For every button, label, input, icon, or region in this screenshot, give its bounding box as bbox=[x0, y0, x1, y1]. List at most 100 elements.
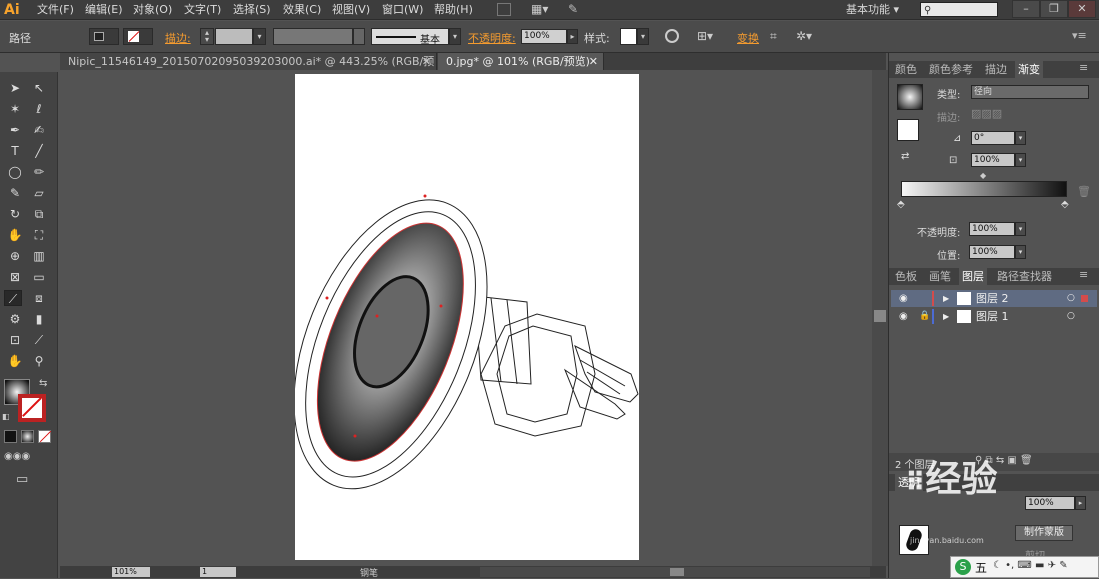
phone-holder-artwork[interactable] bbox=[295, 74, 639, 560]
menu-view[interactable]: 视图(V) bbox=[332, 0, 370, 20]
artboard-tool-icon[interactable]: ⊡ bbox=[6, 332, 24, 348]
stroke-color-swatch[interactable] bbox=[18, 394, 46, 422]
mesh-tool-icon[interactable]: ⊠ bbox=[6, 269, 24, 285]
pencil-tool-icon[interactable]: ✎ bbox=[6, 185, 24, 201]
aspect-ratio-input[interactable]: 100% bbox=[971, 153, 1015, 167]
stroke-weight-dropdown[interactable]: ▾ bbox=[253, 28, 266, 45]
type-tool-icon[interactable]: T bbox=[6, 143, 24, 159]
target-icon[interactable]: ○ bbox=[1067, 308, 1075, 325]
stroke-weight-input[interactable] bbox=[215, 28, 253, 45]
fill-swatch[interactable] bbox=[89, 28, 119, 45]
expand-arrow-icon[interactable]: ▶ bbox=[943, 290, 949, 307]
location-dropdown[interactable]: ▾ bbox=[1015, 245, 1026, 259]
panel-menu-icon[interactable]: ≡ bbox=[1079, 61, 1088, 74]
none-mode-button[interactable] bbox=[38, 430, 52, 443]
free-transform-tool-icon[interactable]: ⛶ bbox=[30, 227, 48, 243]
aspect-ratio-dropdown[interactable]: ▾ bbox=[1015, 153, 1026, 167]
tab-layers[interactable]: 图层 bbox=[959, 268, 987, 285]
scale-tool-icon[interactable]: ⧉ bbox=[30, 206, 48, 222]
slice-tool-icon[interactable]: ⟋ bbox=[30, 332, 48, 348]
ime-mode-label[interactable]: 五 bbox=[975, 559, 987, 576]
target-icon[interactable]: ○ bbox=[1067, 290, 1075, 307]
rotate-tool-icon[interactable]: ↻ bbox=[6, 206, 24, 222]
gradient-preview-swatch[interactable] bbox=[897, 84, 923, 110]
page-field[interactable]: 1 bbox=[200, 567, 236, 577]
tab-nipic-ai[interactable]: Nipic_11546149_20150702095039203000.ai* … bbox=[60, 53, 437, 85]
swap-colors-icon[interactable]: ⇆ bbox=[39, 378, 47, 389]
stop-opacity-dropdown[interactable]: ▾ bbox=[1015, 222, 1026, 236]
color-mode-button[interactable] bbox=[4, 430, 17, 443]
align-icon[interactable]: ⊞▾ bbox=[697, 29, 713, 43]
angle-input[interactable]: 0° bbox=[971, 131, 1015, 145]
eye-icon[interactable]: ◉ bbox=[899, 290, 908, 307]
screen-mode-icon[interactable]: ▭ bbox=[16, 472, 28, 487]
tab-0-jpg[interactable]: 0.jpg* @ 101% (RGB/预览) ✕ bbox=[438, 53, 604, 70]
warp-tool-icon[interactable]: ✋ bbox=[6, 227, 24, 243]
scroll-thumb[interactable] bbox=[874, 310, 886, 322]
ime-tools-icons[interactable]: ☾ •, ⌨ ▬ ✈ ✎ bbox=[993, 560, 1068, 571]
sync-icon[interactable]: ✎ bbox=[568, 2, 586, 17]
menu-edit[interactable]: 编辑(E) bbox=[85, 0, 123, 20]
stop-opacity-input[interactable]: 100% bbox=[969, 222, 1015, 236]
minimize-button[interactable]: – bbox=[1012, 0, 1040, 18]
search-input[interactable]: ⚲ bbox=[920, 2, 998, 17]
lock-icon[interactable]: 🔒 bbox=[919, 308, 930, 325]
close-button[interactable]: ✕ bbox=[1068, 0, 1096, 18]
brush-dropdown-arrow[interactable]: ▾ bbox=[449, 28, 461, 45]
tab-brushes[interactable]: 画笔 bbox=[929, 268, 951, 285]
opacity-input[interactable]: 100% bbox=[521, 29, 567, 44]
magic-wand-tool-icon[interactable]: ✶ bbox=[6, 101, 24, 117]
transform-link[interactable]: 变换 bbox=[737, 30, 759, 46]
default-colors-icon[interactable]: ◧ bbox=[2, 412, 10, 421]
eyedropper-tool-icon[interactable]: ⟋ bbox=[4, 290, 22, 306]
perspective-grid-tool-icon[interactable]: ▥ bbox=[30, 248, 48, 264]
tab-color-guide[interactable]: 颜色参考 bbox=[929, 61, 973, 78]
gradient-tool-icon[interactable]: ▭ bbox=[30, 269, 48, 285]
ellipse-tool-icon[interactable]: ◯ bbox=[6, 164, 24, 180]
more-options-icon[interactable]: ✲▾ bbox=[796, 29, 812, 43]
transparency-opacity-arrow[interactable]: ▸ bbox=[1075, 496, 1086, 510]
opacity-arrow[interactable]: ▸ bbox=[567, 29, 578, 44]
tab-stroke[interactable]: 描边 bbox=[985, 61, 1007, 78]
stroke-weight-stepper[interactable]: ▴ ▾ bbox=[200, 28, 214, 45]
gradient-stroke-swatch[interactable] bbox=[897, 119, 919, 141]
recolor-icon[interactable] bbox=[665, 29, 679, 43]
line-tool-icon[interactable]: ╱ bbox=[30, 143, 48, 159]
reverse-gradient-icon[interactable]: ⇄ bbox=[901, 151, 909, 162]
bridge-icon[interactable] bbox=[497, 3, 511, 16]
pen-tool-icon[interactable]: ✒ bbox=[6, 122, 24, 138]
zoom-field[interactable]: 101% bbox=[112, 567, 150, 577]
variable-width-dropdown[interactable] bbox=[273, 28, 353, 45]
arrange-documents-icon[interactable]: ▦▾ bbox=[531, 2, 553, 17]
close-icon[interactable]: ✕ bbox=[589, 53, 598, 70]
draw-mode-icons[interactable]: ◉◉◉ bbox=[4, 451, 30, 462]
gradient-stop-start[interactable]: ⬘ bbox=[897, 199, 905, 210]
tab-gradient[interactable]: 渐变 bbox=[1015, 61, 1043, 78]
workspace-switcher[interactable]: 基本功能 ▾ bbox=[846, 0, 899, 20]
variable-width-arrow[interactable] bbox=[353, 28, 365, 45]
stroke-label[interactable]: 描边: bbox=[165, 30, 191, 46]
gradient-stop-end[interactable]: ⬘ bbox=[1061, 199, 1069, 210]
style-swatch[interactable] bbox=[620, 28, 637, 45]
angle-dropdown[interactable]: ▾ bbox=[1015, 131, 1026, 145]
tab-color[interactable]: 颜色 bbox=[895, 61, 917, 78]
brush-definition-dropdown[interactable]: 基本 bbox=[371, 28, 449, 46]
isolate-icon[interactable]: ⌗ bbox=[770, 29, 777, 44]
control-menu-icon[interactable]: ▾≡ bbox=[1072, 29, 1087, 42]
panel-menu-icon[interactable]: ≡ bbox=[1079, 268, 1088, 281]
curvature-tool-icon[interactable]: ✍ bbox=[30, 122, 48, 138]
eye-icon[interactable]: ◉ bbox=[899, 308, 908, 325]
eraser-tool-icon[interactable]: ▱ bbox=[30, 185, 48, 201]
transparency-opacity-input[interactable]: 100% bbox=[1025, 496, 1075, 510]
blend-tool-icon[interactable]: ⧈ bbox=[30, 290, 48, 306]
hand-tool-icon[interactable]: ✋ bbox=[6, 353, 24, 369]
midpoint-marker[interactable]: ◆ bbox=[980, 171, 986, 180]
tab-pathfinder[interactable]: 路径查找器 bbox=[997, 268, 1052, 285]
direct-selection-tool-icon[interactable]: ↖ bbox=[30, 80, 48, 96]
gradient-slider[interactable] bbox=[901, 181, 1067, 197]
menu-window[interactable]: 窗口(W) bbox=[382, 0, 423, 20]
gradient-type-dropdown[interactable]: 径向 bbox=[971, 85, 1089, 99]
symbol-sprayer-tool-icon[interactable]: ⚙ bbox=[6, 311, 24, 327]
menu-select[interactable]: 选择(S) bbox=[233, 0, 271, 20]
close-icon[interactable]: ✕ bbox=[422, 53, 431, 70]
